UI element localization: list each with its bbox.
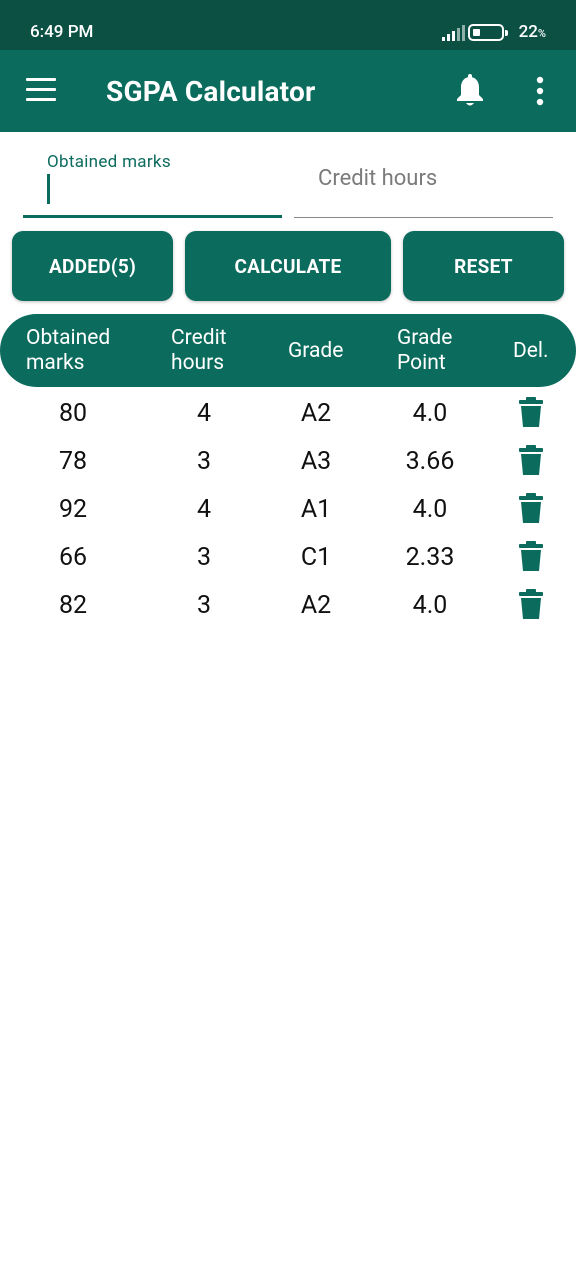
header-credit-hours: Credit hours — [171, 326, 227, 375]
credit-cell: 3 — [196, 591, 212, 620]
table-row: 80 4 A2 4.0 — [0, 389, 576, 437]
added-button[interactable]: ADDED(5) — [12, 231, 173, 301]
marks-cell: 80 — [58, 399, 88, 428]
obtained-marks-input[interactable] — [23, 140, 282, 220]
status-icons: 22% — [386, 20, 546, 44]
grade-point-cell: 2.33 — [405, 543, 455, 572]
grade-point-cell: 4.0 — [412, 399, 448, 428]
battery-percentage: 22% — [518, 22, 546, 42]
table-header: Obtained marks Credit hours Grade Grade … — [0, 314, 576, 387]
table-row: 66 3 C1 2.33 — [0, 533, 576, 581]
grade-cell: A1 — [300, 495, 332, 524]
marks-cell: 92 — [58, 495, 88, 524]
delete-icon[interactable] — [519, 589, 543, 619]
credit-cell: 3 — [196, 447, 212, 476]
marks-cell: 78 — [58, 447, 88, 476]
marks-cell: 82 — [58, 591, 88, 620]
signal-icon — [442, 25, 465, 41]
obtained-marks-field[interactable]: Obtained marks — [23, 140, 282, 220]
page-title: SGPA Calculator — [106, 75, 316, 108]
grade-point-cell: 4.0 — [412, 495, 448, 524]
delete-icon[interactable] — [519, 397, 543, 427]
table-row: 82 3 A2 4.0 — [0, 581, 576, 629]
credit-hours-input[interactable] — [294, 140, 553, 220]
delete-icon[interactable] — [519, 493, 543, 523]
grade-cell: A2 — [300, 399, 332, 428]
header-delete: Del. — [513, 339, 549, 363]
reset-button[interactable]: RESET — [403, 231, 564, 301]
grades-table-body: 80 4 A2 4.0 78 3 A3 3.66 92 4 A1 4.0 66 — [0, 389, 576, 629]
credit-hours-underline — [294, 216, 553, 218]
bell-icon[interactable] — [454, 74, 486, 108]
obtained-marks-underline — [23, 215, 282, 218]
menu-icon[interactable] — [26, 78, 56, 102]
credit-cell: 3 — [196, 543, 212, 572]
grade-cell: A2 — [300, 591, 332, 620]
credit-hours-field[interactable]: Credit hours — [294, 140, 553, 220]
calculate-button[interactable]: CALCULATE — [185, 231, 391, 301]
marks-cell: 66 — [58, 543, 88, 572]
table-row: 78 3 A3 3.66 — [0, 437, 576, 485]
credit-cell: 4 — [196, 399, 212, 428]
credit-cell: 4 — [196, 495, 212, 524]
delete-icon[interactable] — [519, 445, 543, 475]
grade-cell: C1 — [300, 543, 332, 572]
more-vertical-icon[interactable] — [530, 76, 550, 108]
delete-icon[interactable] — [519, 541, 543, 571]
table-row: 92 4 A1 4.0 — [0, 485, 576, 533]
grade-point-cell: 3.66 — [405, 447, 455, 476]
grade-point-cell: 4.0 — [412, 591, 448, 620]
header-grade: Grade — [288, 339, 344, 363]
header-grade-point: Grade Point — [397, 326, 453, 375]
app-bar: SGPA Calculator — [0, 50, 576, 132]
status-time: 6:49 PM — [30, 22, 94, 42]
grade-cell: A3 — [300, 447, 332, 476]
header-obtained-marks: Obtained marks — [26, 326, 111, 375]
status-bar: 6:49 PM 22% — [0, 0, 576, 50]
battery-icon — [468, 24, 508, 41]
